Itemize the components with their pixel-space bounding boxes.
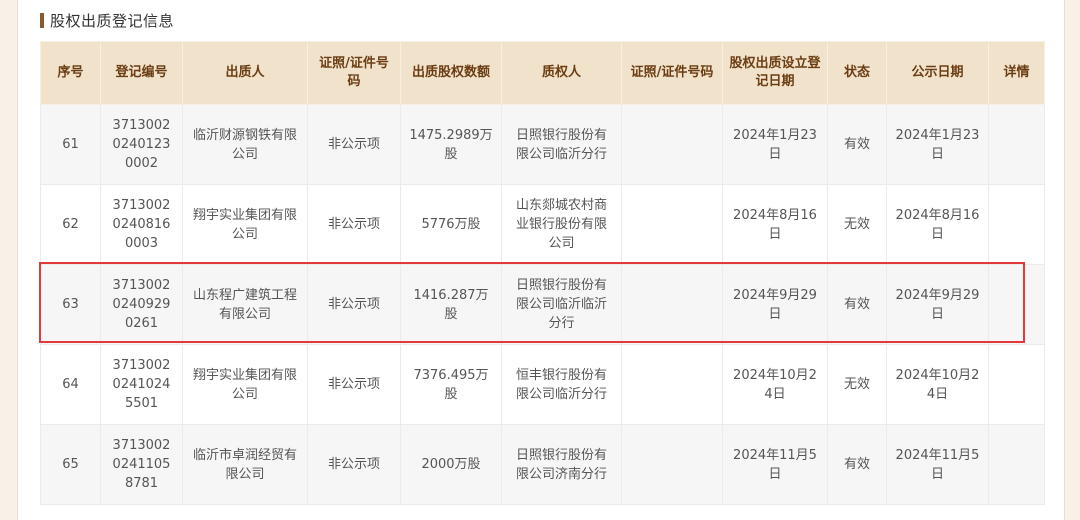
cell-pledgor-id: 非公示项: [307, 264, 401, 345]
header-amount: 出质股权数额: [400, 41, 502, 105]
cell-status: 无效: [827, 184, 887, 265]
content-panel: 股权出质登记信息 序号 登记编号 出质人 证照/证件号码 出质股权数额 质权人: [17, 0, 1065, 520]
cell-pledgee-id: [621, 104, 723, 185]
cell-reg-no: 371300202409290261: [100, 264, 183, 345]
cell-status: 无效: [827, 344, 887, 425]
table-row: 61 371300202401230002 临沂财源钢铁有限公司 非公示项 14…: [40, 104, 1045, 185]
header-reg-date: 股权出质设立登记日期: [722, 41, 828, 105]
cell-detail[interactable]: [988, 264, 1045, 345]
table-header-row: 序号 登记编号 出质人 证照/证件号码 出质股权数额 质权人 证照/证件号码 股…: [40, 41, 1045, 105]
cell-pledgee: 日照银行股份有限公司临沂分行: [501, 104, 622, 185]
header-pledgor: 出质人: [182, 41, 308, 105]
header-detail: 详情: [988, 41, 1045, 105]
header-seq: 序号: [40, 41, 101, 105]
cell-amount: 7376.495万股: [400, 344, 502, 425]
cell-pledgee-id: [621, 264, 723, 345]
cell-reg-date: 2024年9月29日: [722, 264, 828, 345]
cell-reg-no: 371300202410245501: [100, 344, 183, 425]
cell-pub-date: 2024年1月23日: [886, 104, 989, 185]
cell-reg-date: 2024年8月16日: [722, 184, 828, 265]
cell-amount: 5776万股: [400, 184, 502, 265]
title-bar-icon: [40, 12, 44, 28]
cell-pledgee-id: [621, 184, 723, 265]
cell-pledgee: 山东郯城农村商业银行股份有限公司: [501, 184, 622, 265]
cell-reg-date: 2024年10月24日: [722, 344, 828, 425]
header-pledgee: 质权人: [501, 41, 622, 105]
cell-seq: 65: [40, 424, 101, 505]
table-row: 62 371300202408160003 翔宇实业集团有限公司 非公示项 57…: [40, 184, 1045, 265]
cell-seq: 61: [40, 104, 101, 185]
cell-pledgee: 日照银行股份有限公司济南分行: [501, 424, 622, 505]
table-row: 64 371300202410245501 翔宇实业集团有限公司 非公示项 73…: [40, 344, 1045, 425]
cell-pub-date: 2024年9月29日: [886, 264, 989, 345]
cell-pledgor-id: 非公示项: [307, 184, 401, 265]
cell-pledgor-id: 非公示项: [307, 424, 401, 505]
cell-reg-no: 371300202401230002: [100, 104, 183, 185]
cell-pub-date: 2024年10月24日: [886, 344, 989, 425]
cell-detail[interactable]: [988, 184, 1045, 265]
cell-detail[interactable]: [988, 424, 1045, 505]
cell-seq: 62: [40, 184, 101, 265]
cell-pledgor-id: 非公示项: [307, 104, 401, 185]
header-pledgee-id: 证照/证件号码: [621, 41, 723, 105]
equity-pledge-table: 序号 登记编号 出质人 证照/证件号码 出质股权数额 质权人 证照/证件号码 股…: [40, 41, 1045, 505]
cell-pub-date: 2024年8月16日: [886, 184, 989, 265]
cell-pledgee-id: [621, 344, 723, 425]
cell-pledgee-id: [621, 424, 723, 505]
section-header: 股权出质登记信息: [40, 9, 174, 31]
header-status: 状态: [827, 41, 887, 105]
cell-pledgor: 临沂财源钢铁有限公司: [182, 104, 308, 185]
cell-reg-no: 371300202411058781: [100, 424, 183, 505]
cell-status: 有效: [827, 424, 887, 505]
cell-pledgor: 翔宇实业集团有限公司: [182, 184, 308, 265]
cell-detail[interactable]: [988, 104, 1045, 185]
table-row: 63 371300202409290261 山东程广建筑工程有限公司 非公示项 …: [40, 264, 1045, 345]
header-reg-no: 登记编号: [100, 41, 183, 105]
header-pub-date: 公示日期: [886, 41, 989, 105]
table-row: 65 371300202411058781 临沂市卓润经贸有限公司 非公示项 2…: [40, 424, 1045, 505]
cell-pledgor: 翔宇实业集团有限公司: [182, 344, 308, 425]
cell-seq: 64: [40, 344, 101, 425]
section-title: 股权出质登记信息: [50, 11, 175, 30]
cell-amount: 1416.287万股: [400, 264, 502, 345]
cell-pledgor: 山东程广建筑工程有限公司: [182, 264, 308, 345]
cell-reg-date: 2024年11月5日: [722, 424, 828, 505]
cell-pub-date: 2024年11月5日: [886, 424, 989, 505]
cell-pledgor-id: 非公示项: [307, 344, 401, 425]
cell-detail[interactable]: [988, 344, 1045, 425]
cell-pledgee: 恒丰银行股份有限公司临沂分行: [501, 344, 622, 425]
cell-seq: 63: [40, 264, 101, 345]
cell-amount: 2000万股: [400, 424, 502, 505]
cell-amount: 1475.2989万股: [400, 104, 502, 185]
cell-reg-date: 2024年1月23日: [722, 104, 828, 185]
header-pledgor-id: 证照/证件号码: [307, 41, 401, 105]
cell-pledgor: 临沂市卓润经贸有限公司: [182, 424, 308, 505]
cell-pledgee: 日照银行股份有限公司临沂临沂分行: [501, 264, 622, 345]
cell-status: 有效: [827, 104, 887, 185]
cell-reg-no: 371300202408160003: [100, 184, 183, 265]
cell-status: 有效: [827, 264, 887, 345]
